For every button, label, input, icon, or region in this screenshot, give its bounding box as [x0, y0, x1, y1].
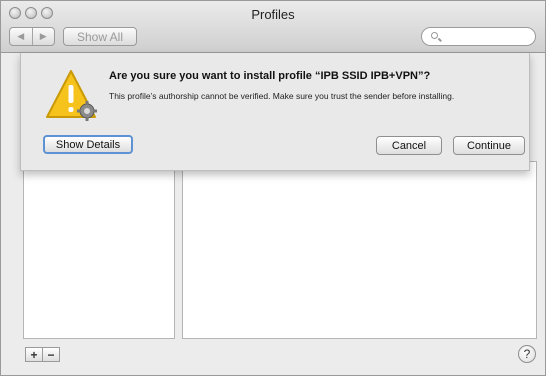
back-arrow-icon[interactable]: ◀: [10, 28, 33, 45]
show-all-button[interactable]: Show All: [63, 27, 137, 46]
warning-icon: [46, 70, 97, 121]
profile-details-panel: [182, 161, 537, 339]
window-title: Profiles: [251, 7, 295, 22]
forward-arrow-icon[interactable]: ▶: [33, 28, 55, 45]
remove-profile-button[interactable]: −: [43, 348, 59, 361]
sheet-message: This profile’s authorship cannot be veri…: [109, 91, 455, 101]
title-bar: Profiles ◀ ▶ Show All: [1, 1, 545, 53]
add-profile-button[interactable]: +: [26, 348, 43, 361]
search-field[interactable]: [421, 27, 536, 46]
back-forward-buttons: ◀ ▶: [9, 27, 55, 46]
cancel-button[interactable]: Cancel: [376, 136, 442, 155]
search-icon: [431, 32, 438, 39]
show-details-button[interactable]: Show Details: [43, 135, 133, 154]
continue-button[interactable]: Continue: [453, 136, 525, 155]
help-button[interactable]: ?: [518, 345, 536, 363]
add-remove-control: + −: [25, 347, 60, 362]
install-profile-sheet: Are you sure you want to install profile…: [20, 53, 530, 171]
profiles-window: Profiles ◀ ▶ Show All + − ? Are you sure…: [0, 0, 546, 376]
sheet-title: Are you sure you want to install profile…: [109, 70, 431, 82]
profiles-list-panel[interactable]: [23, 161, 175, 339]
